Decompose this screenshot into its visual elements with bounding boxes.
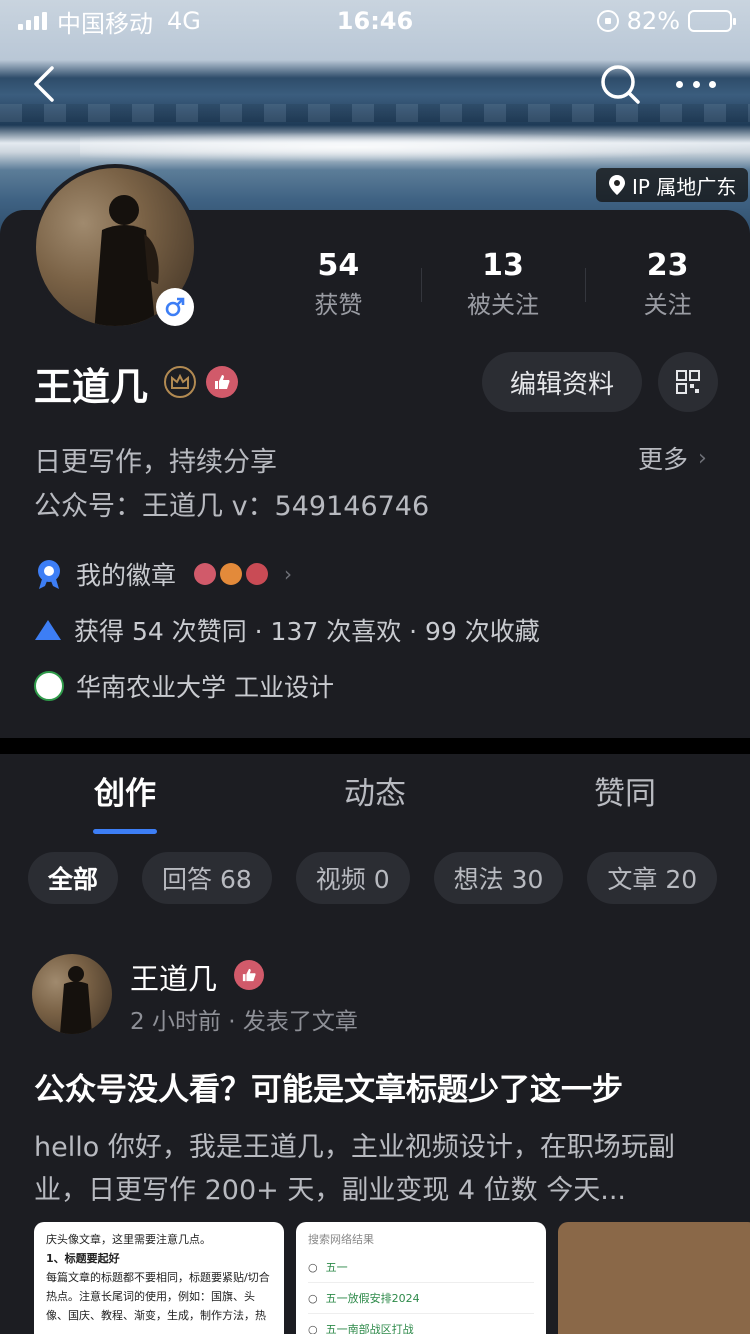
back-arrow-icon[interactable] bbox=[28, 64, 64, 104]
post-image-2[interactable]: 搜索网络结果 ○ 五一 ○ 五一放假安排2024 ○ 五一南部战区打战 bbox=[296, 1222, 546, 1334]
thumb1-line2: 1、标题要起好 bbox=[46, 1252, 120, 1265]
more-link[interactable]: 更多 › bbox=[638, 440, 707, 476]
filter-videos[interactable]: 视频 0 bbox=[295, 852, 410, 904]
thumb1-line5: 像、国庆、教程、渐变，生成，制作方法，热 bbox=[46, 1309, 266, 1322]
thumb1-line3: 每篇文章的标题都不要相同，标题要紧贴/切合 bbox=[46, 1271, 270, 1284]
gender-male-icon bbox=[156, 288, 194, 326]
post-author-avatar[interactable] bbox=[32, 954, 112, 1034]
bio-line-1: 日更写作，持续分享 bbox=[34, 447, 277, 478]
more-label: 更多 bbox=[638, 445, 689, 474]
stat-followers[interactable]: 13 被关注 bbox=[420, 246, 586, 326]
search-icon: ○ bbox=[308, 1322, 318, 1334]
status-bar: 中国移动 4G 16:46 82% bbox=[0, 0, 750, 42]
stat-following-label: 关注 bbox=[643, 291, 692, 319]
stat-following-count: 23 bbox=[646, 248, 689, 283]
profile-name: 王道几 bbox=[34, 365, 149, 409]
post-images: 庆头像文章，这里需要注意几点。 1、标题要起好 每篇文章的标题都不要相同，标题要… bbox=[34, 1222, 750, 1334]
filter-all[interactable]: 全部 bbox=[28, 852, 119, 904]
stat-followers-label: 被关注 bbox=[467, 291, 539, 319]
chevron-right-icon: › bbox=[698, 445, 707, 471]
school-text: 华南农业大学 工业设计 bbox=[76, 673, 334, 702]
content-tabs: 创作 动态 赞同 bbox=[0, 754, 750, 840]
chevron-right-icon: › bbox=[284, 562, 293, 586]
thumb2-row: ○ 五一南部战区打战 bbox=[308, 1314, 534, 1334]
crown-badge-icon[interactable] bbox=[164, 366, 196, 398]
ip-location-text: IP 属地广东 bbox=[632, 174, 737, 199]
edit-profile-button[interactable]: 编辑资料 bbox=[482, 352, 642, 412]
post-author-name[interactable]: 王道几 bbox=[130, 956, 217, 998]
avatar-silhouette bbox=[60, 966, 92, 1034]
badge-trophy-icon bbox=[246, 563, 269, 585]
search-icon[interactable] bbox=[598, 62, 642, 106]
cover-foam bbox=[80, 132, 750, 162]
post-meta: 2 小时前 · 发表了文章 bbox=[130, 1009, 358, 1035]
rotation-lock-icon bbox=[596, 10, 619, 32]
stat-likes-count: 54 bbox=[317, 248, 360, 283]
medal-icon bbox=[38, 560, 60, 589]
stat-following[interactable]: 23 关注 bbox=[585, 246, 750, 326]
battery-icon bbox=[688, 10, 736, 32]
search-icon: ○ bbox=[308, 1291, 318, 1305]
more-icon[interactable] bbox=[676, 66, 716, 102]
bio-line-2: 公众号：王道几 v：549146746 bbox=[34, 491, 430, 522]
section-divider bbox=[0, 738, 750, 754]
search-icon: ○ bbox=[308, 1260, 318, 1274]
badge-list bbox=[194, 563, 269, 585]
school-logo-icon bbox=[34, 671, 64, 701]
filter-thoughts[interactable]: 想法 30 bbox=[433, 852, 564, 904]
filter-answers[interactable]: 回答 68 bbox=[142, 852, 272, 904]
location-pin-icon bbox=[609, 175, 625, 195]
qr-code-icon[interactable] bbox=[658, 352, 718, 412]
post-excerpt[interactable]: hello 你好，我是王道几，主业视频设计，在职场玩副业，日更写作 200+ 天… bbox=[34, 1126, 724, 1212]
tab-activity[interactable]: 动态 bbox=[250, 754, 500, 840]
post-image-1[interactable]: 庆头像文章，这里需要注意几点。 1、标题要起好 每篇文章的标题都不要相同，标题要… bbox=[34, 1222, 284, 1334]
filter-articles[interactable]: 文章 20 bbox=[587, 852, 718, 904]
tab-upvoted[interactable]: 赞同 bbox=[500, 754, 750, 840]
badge-person-icon bbox=[220, 563, 243, 585]
school-row[interactable]: 华南农业大学 工业设计 bbox=[34, 668, 334, 704]
thumbs-up-badge-icon bbox=[234, 960, 264, 990]
my-badges-row[interactable]: 我的徽章 › bbox=[34, 556, 292, 592]
likes-summary-text: 获得 54 次赞同 · 137 次喜欢 · 99 次收藏 bbox=[74, 617, 540, 646]
stat-followers-count: 13 bbox=[482, 248, 524, 283]
cover-wave bbox=[0, 104, 750, 122]
profile-stats: 54 获赞 13 被关注 23 关注 bbox=[256, 246, 750, 326]
badge-thumb-icon bbox=[194, 563, 217, 585]
stat-likes[interactable]: 54 获赞 bbox=[256, 246, 421, 326]
filter-chips: 全部 回答 68 视频 0 想法 30 文章 20 bbox=[28, 852, 718, 904]
post-image-3[interactable] bbox=[558, 1222, 750, 1334]
avatar-silhouette bbox=[94, 195, 159, 326]
tab-creation[interactable]: 创作 bbox=[0, 754, 250, 840]
thumbs-up-badge-icon[interactable] bbox=[206, 366, 238, 398]
stat-likes-label: 获赞 bbox=[314, 291, 363, 319]
thumb2-row: ○ 五一放假安排2024 bbox=[308, 1283, 534, 1314]
my-badges-label: 我的徽章 bbox=[76, 561, 177, 590]
thumb1-line4: 热点。注意长尾词的使用，例如：国旗、头 bbox=[46, 1290, 255, 1303]
thumb1-line1: 庆头像文章，这里需要注意几点。 bbox=[46, 1233, 211, 1246]
likes-summary-row: 获得 54 次赞同 · 137 次喜欢 · 99 次收藏 bbox=[34, 612, 540, 648]
post-title[interactable]: 公众号没人看？可能是文章标题少了这一步 bbox=[34, 1064, 623, 1109]
thumb2-row: ○ 五一 bbox=[308, 1252, 534, 1283]
ip-location-badge: IP 属地广东 bbox=[596, 168, 749, 202]
thumb2-header: 搜索网络结果 bbox=[308, 1233, 374, 1246]
clock: 16:46 bbox=[336, 7, 414, 35]
upvote-triangle-icon bbox=[35, 620, 61, 640]
